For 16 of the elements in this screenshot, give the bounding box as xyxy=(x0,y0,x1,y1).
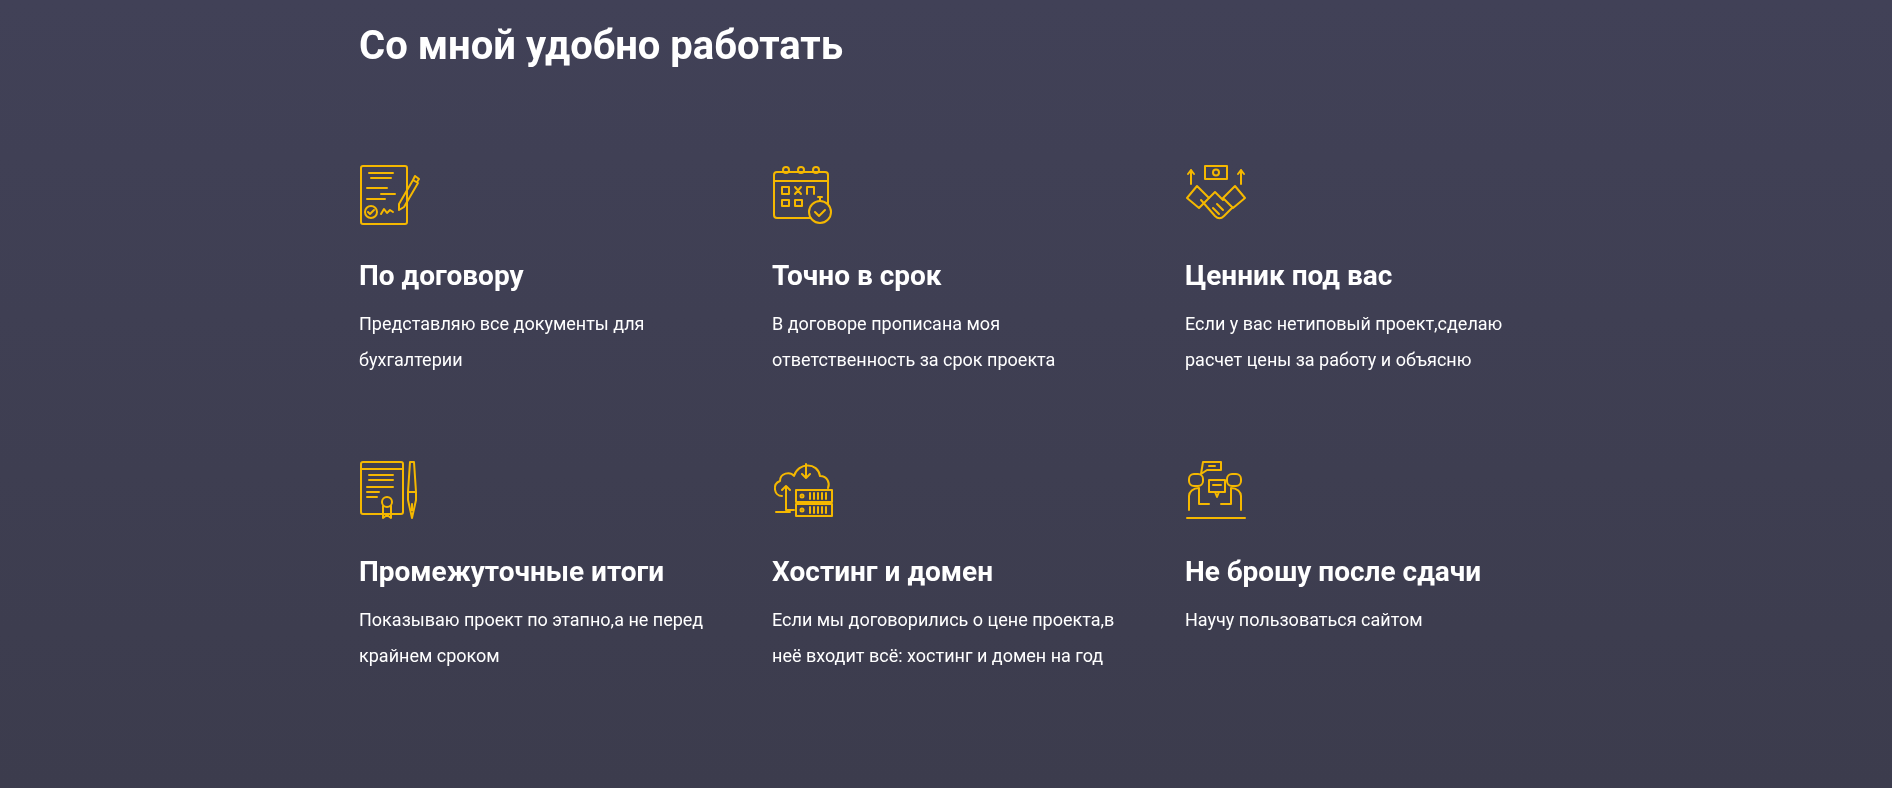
feature-heading: Точно в срок xyxy=(772,258,942,294)
section-title: Со мной удобно работать xyxy=(359,21,845,71)
feature-description: В договоре прописана моя ответственность за срок проекта xyxy=(772,312,1057,372)
calendar-clock-icon xyxy=(772,164,834,226)
feature-heading: Не брошу после сдачи xyxy=(1185,554,1482,590)
feature-heading: Ценник под вас xyxy=(1185,258,1393,294)
feature-description: Представляю все документы для бухгалтерии xyxy=(359,312,646,372)
feature-description: Показываю проект по этапно,а не перед крайнем сроком xyxy=(359,608,705,668)
feature-heading: Промежуточные итоги xyxy=(359,554,665,590)
feature-heading: По договору xyxy=(359,258,524,294)
contract-pen-icon xyxy=(359,164,421,226)
feature-heading: Хостинг и домен xyxy=(772,554,994,590)
people-chat-icon xyxy=(1185,460,1247,522)
feature-description: Если мы договорились о цене проекта,в неё входит всё: хостинг и домен на год xyxy=(772,608,1116,668)
feature-description: Научу пользоваться сайтом xyxy=(1185,608,1424,632)
feature-description: Если у вас нетиповый проект,сделаю расчет цены за работу и объясню xyxy=(1185,312,1504,372)
